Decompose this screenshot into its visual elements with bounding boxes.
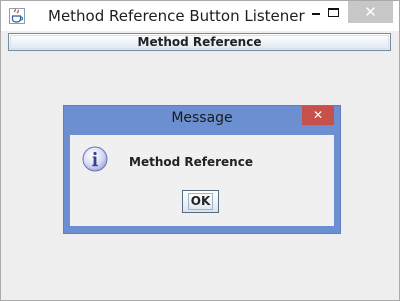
ok-button-label: OK — [187, 193, 214, 210]
message-dialog: Message ✕ Method Reference OK — [63, 105, 341, 234]
close-icon: ✕ — [364, 3, 377, 21]
maximize-button[interactable] — [319, 1, 349, 23]
dialog-message: Method Reference — [129, 155, 253, 169]
dialog-body: Method Reference OK — [70, 135, 334, 226]
ok-button[interactable]: OK — [182, 190, 219, 213]
dialog-close-button[interactable]: ✕ — [302, 106, 334, 125]
close-button[interactable]: ✕ — [348, 1, 393, 23]
dialog-title: Message — [171, 110, 233, 126]
window-title: Method Reference Button Listener — [48, 7, 305, 25]
title-bar[interactable]: Method Reference Button Listener ✕ — [1, 1, 399, 31]
info-icon — [82, 146, 108, 172]
method-reference-button[interactable]: Method Reference — [8, 33, 391, 51]
close-icon: ✕ — [312, 108, 324, 122]
java-cup-icon — [9, 8, 25, 24]
